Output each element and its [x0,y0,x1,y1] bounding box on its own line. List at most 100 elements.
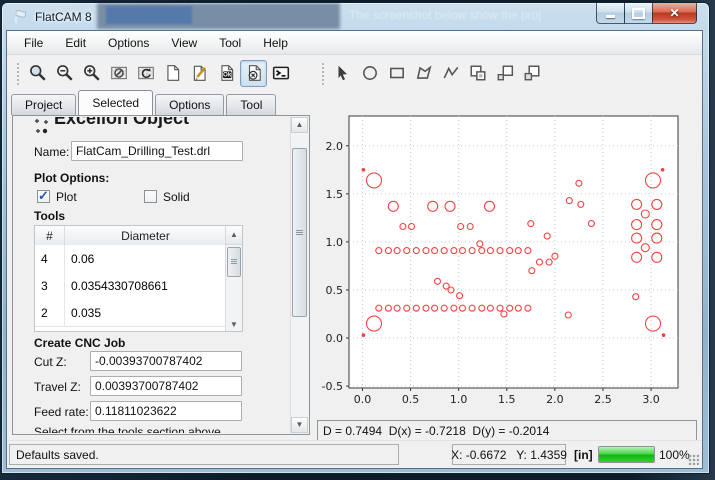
tools-table: # Diameter 40.0630.035433070866120.035 ▼… [34,225,243,332]
app-window: The screenshot below show the proj FlatC… [1,2,710,474]
table-row[interactable]: 40.06 [35,245,226,273]
travelz-input[interactable] [90,376,242,396]
progress-percent: 100% [659,448,690,462]
copy-objects-icon[interactable] [464,60,491,87]
flatcam-logo-icon [13,9,29,25]
tab-selected-label: Selected [92,96,139,110]
status-bar: Defaults saved. X: -0.6672 Y: 1.4359 [in… [7,440,702,468]
object-title: Excellon Object [54,117,189,129]
tab-project[interactable]: Project [11,94,76,115]
svg-text:1.0: 1.0 [326,236,344,249]
replot-icon[interactable] [132,60,159,87]
client-area: FileEditOptionsViewToolHelp [6,30,703,469]
tools-scroll-up[interactable]: ▲ [225,226,242,245]
svg-text:2.0: 2.0 [326,140,344,153]
toolbar: Ok [7,55,702,91]
tools-label: Tools [34,209,65,223]
draw-circle-icon[interactable] [356,60,383,87]
svg-text:0.0: 0.0 [326,332,344,345]
new-file-icon[interactable] [159,60,186,87]
cutz-input[interactable] [90,351,242,371]
panel-scroll-thumb[interactable] [292,148,307,317]
tab-selected[interactable]: Selected [78,90,153,115]
menu-item-view[interactable]: View [160,33,208,53]
close-button[interactable]: ✕ [652,3,697,24]
tools-footer-note: Select from the tools section above [34,425,221,433]
toolbar-grip[interactable] [15,61,20,85]
zoom-out-icon[interactable] [51,60,78,87]
travelz-label: Travel Z: [34,380,81,394]
menu-bar: FileEditOptionsViewToolHelp [7,31,702,55]
plot-svg[interactable]: 0.00.51.01.52.02.53.0-0.50.00.51.01.52.0 [317,98,699,415]
draw-rectangle-icon[interactable] [383,60,410,87]
window-title: FlatCAM 8 [35,10,92,24]
panel-scroll-down[interactable]: ▼ [291,417,308,433]
column-number[interactable]: # [35,226,65,245]
excellon-object-icon [32,118,50,136]
minimize-button[interactable] [596,3,625,24]
shell-icon[interactable] [267,60,294,87]
name-label: Name: [34,145,69,159]
svg-text:2.0: 2.0 [546,393,564,406]
panel-viewport: Excellon Object Name: Plot Options: Plot… [14,117,293,433]
svg-text:0.5: 0.5 [402,393,420,406]
selected-panel: Excellon Object Name: Plot Options: Plot… [12,115,310,435]
paste-geometry-icon[interactable] [518,60,545,87]
svg-text:1.5: 1.5 [326,188,344,201]
name-input[interactable] [71,141,243,161]
svg-text:0.5: 0.5 [326,284,344,297]
scroll-grip [231,259,237,264]
tools-scroll-thumb[interactable] [227,247,241,277]
tab-options[interactable]: Options [155,94,224,115]
plot-checkbox-label: Plot [56,190,77,204]
toolbar-grip-2[interactable] [320,61,325,85]
maximize-button[interactable] [624,3,653,24]
edit-file-icon[interactable] [186,60,213,87]
zoom-fit-icon[interactable] [24,60,51,87]
progress-bar [598,446,655,463]
draw-polyline-icon[interactable] [437,60,464,87]
save-ok-icon[interactable]: Ok [213,60,240,87]
tools-scroll-down[interactable]: ▼ [226,318,242,331]
tab-tool[interactable]: Tool [226,94,276,115]
select-cursor-icon[interactable] [329,60,356,87]
svg-text:1.5: 1.5 [498,393,516,406]
menu-item-help[interactable]: Help [252,33,299,53]
svg-text:3.0: 3.0 [642,393,660,406]
column-diameter[interactable]: Diameter [65,226,226,245]
cutz-label: Cut Z: [34,355,67,369]
units-label: [in] [574,448,593,462]
solid-checkbox-label: Solid [163,190,190,204]
solid-checkbox[interactable] [144,190,157,203]
maximize-icon [632,8,645,19]
panel-scroll-up[interactable]: ▲ [291,117,308,133]
zoom-in-icon[interactable] [78,60,105,87]
background-window-highlight [106,6,192,24]
plot-checkbox[interactable] [37,190,50,203]
feedrate-label: Feed rate: [34,405,89,419]
panel-scrollbar[interactable]: ▲ ▼ [290,117,308,433]
svg-text:0.0: 0.0 [354,393,372,406]
menu-item-file[interactable]: File [13,33,54,53]
menu-item-tool[interactable]: Tool [208,33,252,53]
table-row[interactable]: 20.035 [35,299,226,327]
svg-text:1.0: 1.0 [450,393,468,406]
clear-plot-icon[interactable] [105,60,132,87]
progress-fill [599,447,654,462]
draw-polygon-icon[interactable] [410,60,437,87]
cnc-section-label: Create CNC Job [34,336,125,350]
menu-item-options[interactable]: Options [97,33,160,53]
feedrate-input[interactable] [90,401,242,421]
tools-table-scrollbar[interactable]: ▼ [225,245,242,331]
menu-item-edit[interactable]: Edit [54,33,97,53]
delete-object-icon[interactable] [240,60,267,87]
table-row[interactable]: 30.0354330708661 [35,272,226,300]
svg-text:Ok: Ok [223,73,232,79]
scroll-grip [296,230,303,235]
plot-container: 0.00.51.01.52.02.53.0-0.50.00.51.01.52.0 [317,98,699,415]
plot-options-label: Plot Options: [34,171,109,185]
resize-grip[interactable] [688,454,699,465]
copy-geometry-icon[interactable] [491,60,518,87]
coordinates-readout: X: -0.6672 Y: 1.4359 [452,444,566,465]
minimize-icon [606,15,615,18]
